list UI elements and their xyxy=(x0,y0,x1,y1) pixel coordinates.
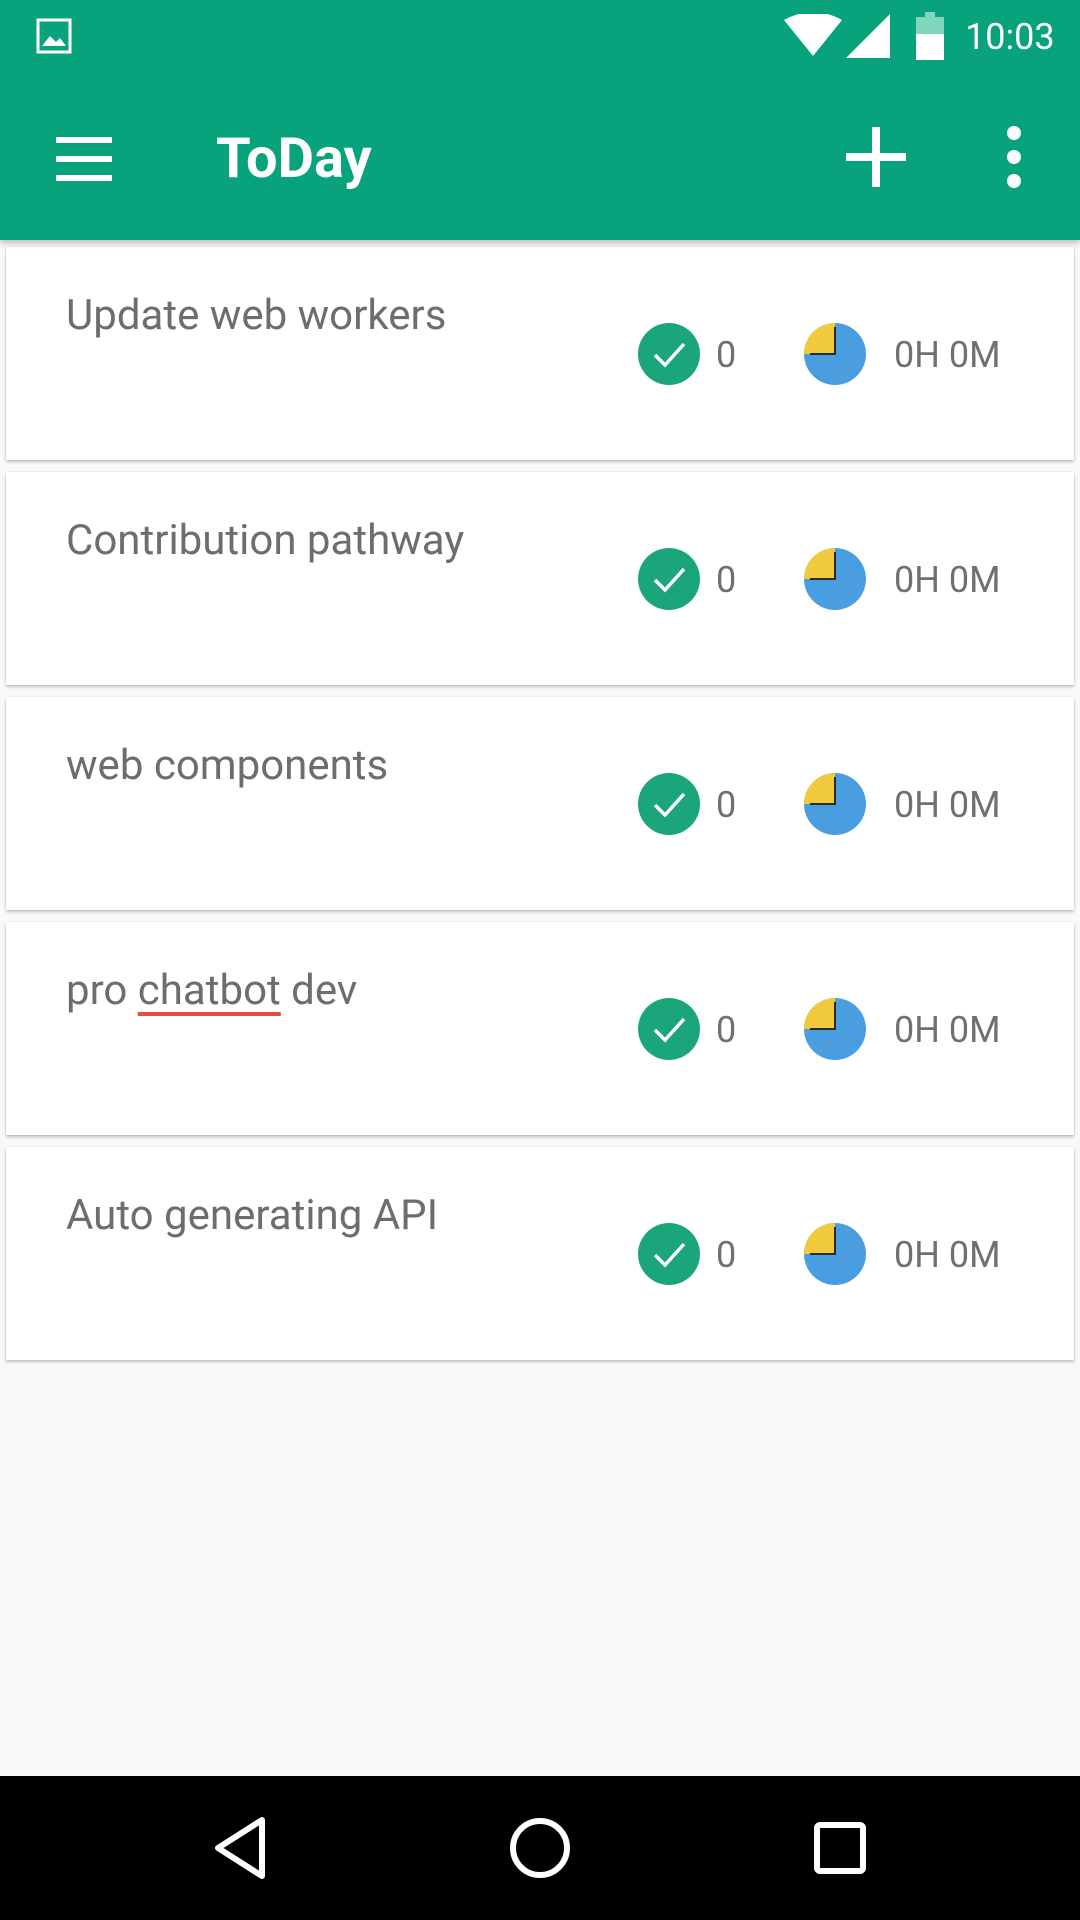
completed-count: 0 xyxy=(716,559,737,601)
completed-count: 0 xyxy=(716,1234,737,1276)
screen: 10:03 ToDay Update web workers 0 0H 0M C… xyxy=(0,0,1080,1920)
check-circle-icon[interactable] xyxy=(638,1223,700,1285)
status-bar: 10:03 xyxy=(0,0,1080,75)
time-pie-icon[interactable] xyxy=(804,323,866,385)
task-card[interactable]: Update web workers 0 0H 0M xyxy=(6,247,1074,460)
add-icon[interactable] xyxy=(836,117,916,197)
check-circle-icon[interactable] xyxy=(638,323,700,385)
navigation-bar xyxy=(0,1776,1080,1920)
time-spent: 0H 0M xyxy=(894,334,1001,376)
task-card[interactable]: pro chatbot dev 0 0H 0M xyxy=(6,922,1074,1135)
task-title: web components xyxy=(66,741,389,790)
task-title: Contribution pathway xyxy=(66,516,465,565)
app-bar: ToDay xyxy=(0,75,1080,240)
completed-count: 0 xyxy=(716,334,737,376)
task-title: pro chatbot dev xyxy=(66,966,357,1016)
status-time: 10:03 xyxy=(965,16,1055,58)
time-spent: 0H 0M xyxy=(894,784,1001,826)
misspelled-word: chatbot xyxy=(137,966,281,1015)
task-card[interactable]: web components 0 0H 0M xyxy=(6,697,1074,910)
time-spent: 0H 0M xyxy=(894,1009,1001,1051)
menu-icon[interactable] xyxy=(40,115,128,203)
completed-count: 0 xyxy=(716,1009,737,1051)
home-icon[interactable] xyxy=(498,1806,582,1890)
completed-count: 0 xyxy=(716,784,737,826)
page-title: ToDay xyxy=(216,125,372,191)
time-pie-icon[interactable] xyxy=(804,998,866,1060)
image-notification-icon xyxy=(36,18,72,54)
wifi-icon xyxy=(784,14,842,56)
task-title: Auto generating API xyxy=(66,1191,439,1240)
back-icon[interactable] xyxy=(200,1806,284,1890)
recents-icon[interactable] xyxy=(798,1806,882,1890)
task-title-part: pro xyxy=(66,966,138,1015)
battery-icon xyxy=(916,12,944,60)
time-pie-icon[interactable] xyxy=(804,1223,866,1285)
time-pie-icon[interactable] xyxy=(804,548,866,610)
check-circle-icon[interactable] xyxy=(638,773,700,835)
time-spent: 0H 0M xyxy=(894,559,1001,601)
time-pie-icon[interactable] xyxy=(804,773,866,835)
task-card[interactable]: Contribution pathway 0 0H 0M xyxy=(6,472,1074,685)
check-circle-icon[interactable] xyxy=(638,998,700,1060)
task-title-part: dev xyxy=(280,966,358,1015)
cellular-signal-icon xyxy=(846,14,890,58)
time-spent: 0H 0M xyxy=(894,1234,1001,1276)
task-title: Update web workers xyxy=(66,291,447,340)
more-vert-icon[interactable] xyxy=(984,117,1044,197)
check-circle-icon[interactable] xyxy=(638,548,700,610)
task-card[interactable]: Auto generating API 0 0H 0M xyxy=(6,1147,1074,1360)
